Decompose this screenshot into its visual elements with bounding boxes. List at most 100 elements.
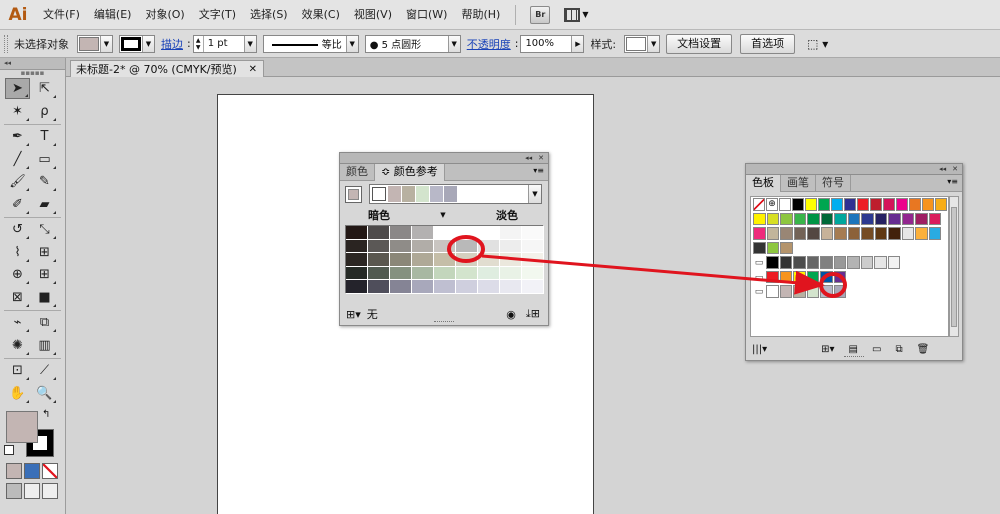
color-swatch[interactable] bbox=[874, 212, 887, 225]
menu-item[interactable]: 视图(V) bbox=[347, 0, 399, 30]
guide-color-cell[interactable] bbox=[412, 253, 434, 267]
color-swatch[interactable] bbox=[883, 198, 895, 211]
brush-dropdown[interactable]: ● 5 点圆形 ▼ bbox=[364, 34, 461, 53]
draw-inside-button[interactable] bbox=[42, 483, 58, 499]
folder-icon[interactable]: ▭ bbox=[753, 285, 765, 297]
new-swatch-icon[interactable]: ⧉ bbox=[895, 344, 902, 355]
collapse-panel-icon[interactable]: ◂◂ bbox=[525, 154, 532, 162]
color-swatch[interactable] bbox=[915, 212, 928, 225]
rotate-tool[interactable]: ↺ bbox=[5, 219, 30, 240]
color-swatch[interactable] bbox=[874, 256, 887, 269]
color-swatch[interactable] bbox=[844, 198, 856, 211]
color-swatch[interactable] bbox=[793, 212, 806, 225]
swatch-options-icon[interactable]: ▤ bbox=[849, 344, 858, 355]
color-swatch[interactable] bbox=[861, 212, 874, 225]
color-swatch[interactable] bbox=[874, 227, 887, 240]
color-swatch[interactable] bbox=[915, 227, 928, 240]
guide-color-cell[interactable] bbox=[522, 226, 544, 240]
menu-item[interactable]: 编辑(E) bbox=[87, 0, 139, 30]
blob-brush-tool[interactable]: ✐ bbox=[5, 194, 30, 215]
isolate-icon[interactable]: ⬚ ▾ bbox=[807, 37, 828, 51]
color-swatch[interactable] bbox=[780, 212, 793, 225]
color-swatch[interactable] bbox=[793, 227, 806, 240]
panel-titlebar[interactable]: ◂◂ ✕ bbox=[340, 153, 548, 164]
guide-color-cell[interactable] bbox=[390, 280, 412, 294]
color-swatch[interactable] bbox=[833, 285, 846, 298]
document-setup-button[interactable]: 文档设置 bbox=[666, 33, 733, 54]
color-swatch[interactable] bbox=[901, 212, 914, 225]
color-swatch[interactable] bbox=[779, 256, 792, 269]
guide-color-cell[interactable] bbox=[456, 239, 478, 254]
control-bar-grip[interactable] bbox=[4, 34, 8, 53]
color-swatch[interactable] bbox=[857, 198, 869, 211]
color-swatch[interactable] bbox=[847, 227, 860, 240]
collapse-panel-icon[interactable]: ◂◂ bbox=[939, 165, 946, 173]
color-swatch[interactable] bbox=[753, 227, 766, 240]
guide-color-cell[interactable] bbox=[456, 253, 478, 267]
swap-fill-stroke-icon[interactable]: ↰ bbox=[42, 409, 50, 420]
color-swatch[interactable] bbox=[928, 212, 941, 225]
color-swatch[interactable] bbox=[807, 212, 820, 225]
guide-color-cell[interactable] bbox=[456, 266, 478, 281]
tab-swatches[interactable]: 色板 bbox=[746, 175, 781, 192]
guide-color-cell[interactable] bbox=[346, 280, 368, 294]
draw-behind-button[interactable] bbox=[24, 483, 40, 499]
opacity-panel-link[interactable]: 不透明度 bbox=[467, 36, 511, 52]
menu-item[interactable]: 文件(F) bbox=[36, 0, 87, 30]
artboard-tool[interactable]: ⊡ bbox=[5, 360, 30, 381]
eraser-tool[interactable]: ▰ bbox=[32, 194, 57, 215]
registration-swatch[interactable]: ⊕ bbox=[766, 198, 778, 211]
panel-resize-grip[interactable] bbox=[844, 356, 864, 360]
guide-color-cell[interactable] bbox=[522, 253, 544, 267]
color-swatch[interactable] bbox=[766, 241, 779, 254]
guide-color-cell[interactable] bbox=[478, 226, 500, 240]
delete-swatch-icon[interactable]: 🗑 bbox=[917, 344, 930, 355]
color-swatch[interactable] bbox=[860, 256, 873, 269]
color-swatch[interactable] bbox=[766, 256, 779, 269]
symbol-sprayer-tool[interactable]: ✺ bbox=[5, 335, 30, 356]
color-swatch[interactable] bbox=[753, 241, 766, 254]
line-segment-tool[interactable]: ╱ bbox=[5, 149, 30, 170]
tab-color-guide[interactable]: ≎ 颜色参考 bbox=[375, 164, 445, 181]
color-swatch[interactable] bbox=[820, 212, 833, 225]
guide-color-cell[interactable] bbox=[390, 266, 412, 281]
none-mode-button[interactable] bbox=[42, 463, 58, 479]
perspective-grid-tool[interactable]: ⊞ bbox=[32, 264, 57, 285]
color-swatch[interactable] bbox=[779, 285, 792, 298]
guide-color-cell[interactable] bbox=[368, 226, 390, 240]
guide-color-cell[interactable] bbox=[456, 280, 478, 294]
scrollbar-thumb[interactable] bbox=[951, 207, 957, 327]
guide-color-cell[interactable] bbox=[500, 226, 522, 240]
none-swatch[interactable] bbox=[753, 198, 765, 211]
color-swatch[interactable] bbox=[901, 227, 914, 240]
direct-selection-tool[interactable]: ⇱ bbox=[32, 78, 57, 99]
fill-color-box[interactable] bbox=[6, 411, 38, 443]
color-swatch[interactable] bbox=[928, 227, 941, 240]
tools-grip[interactable]: ▪▪▪▪▪ bbox=[0, 70, 65, 78]
warp-tool[interactable]: ⌇ bbox=[5, 242, 30, 263]
color-swatch[interactable] bbox=[793, 256, 806, 269]
guide-color-cell[interactable] bbox=[346, 266, 368, 281]
guide-color-cell[interactable] bbox=[500, 239, 522, 254]
guide-color-cell[interactable] bbox=[434, 226, 456, 240]
guide-color-cell[interactable] bbox=[390, 253, 412, 267]
color-swatch[interactable] bbox=[792, 198, 804, 211]
color-swatch[interactable] bbox=[818, 198, 830, 211]
default-colors-icon[interactable] bbox=[4, 445, 14, 455]
guide-color-cell[interactable] bbox=[368, 280, 390, 294]
blend-tool[interactable]: ⧉ bbox=[32, 312, 57, 333]
color-swatch[interactable] bbox=[820, 285, 833, 298]
column-graph-tool[interactable]: ▥ bbox=[32, 335, 57, 356]
guide-color-cell[interactable] bbox=[368, 266, 390, 281]
paintbrush-tool[interactable]: 🖌 bbox=[5, 171, 30, 192]
color-swatch[interactable] bbox=[766, 212, 779, 225]
color-swatch[interactable] bbox=[807, 227, 820, 240]
limit-swatch-library-icon[interactable]: ⊞▾ bbox=[346, 308, 361, 321]
save-to-swatches-icon[interactable]: ⤓⊞ bbox=[526, 307, 540, 321]
guide-color-cell[interactable] bbox=[434, 266, 456, 281]
guide-color-cell[interactable] bbox=[368, 239, 390, 254]
guide-color-cell[interactable] bbox=[412, 280, 434, 294]
color-swatch[interactable] bbox=[793, 285, 806, 298]
guide-color-cell[interactable] bbox=[346, 239, 368, 254]
color-swatch[interactable] bbox=[793, 270, 806, 283]
